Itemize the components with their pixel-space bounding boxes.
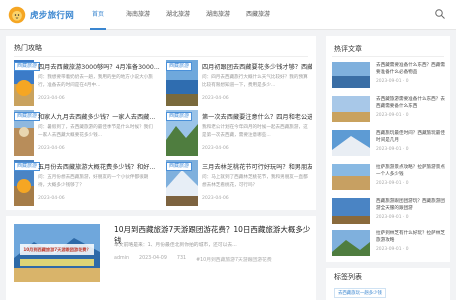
hot-article-meta: 2023-09-01 · 0: [376, 181, 409, 186]
lion-logo-icon: [8, 6, 26, 24]
hot-article-thumbnail[interactable]: [332, 230, 370, 256]
nav-item-hunan[interactable]: 湖南旅游: [204, 0, 232, 30]
hot-article-item[interactable]: 西藏旅玩最佳时间？西藏旅玩最佳时间是几月 2023-09-01 · 0: [332, 130, 448, 166]
post-excerpt: 我和老公计划在今年四月的时候一起去西藏旅游，这是第一次去西藏，需要注意哪些...: [202, 125, 308, 138]
hot-article-meta: 2023-09-01 · 0: [376, 79, 409, 84]
hot-article-title[interactable]: 拉萨到林芝有什么好玩？拉萨林芝旅游攻略: [376, 230, 448, 244]
nav-item-hubei[interactable]: 湖北旅游: [164, 0, 192, 30]
hot-article-item[interactable]: 拉萨旅游景点攻略？拉萨旅游景点一个人多少钱 2023-09-01 · 0: [332, 164, 448, 200]
post-date: 2023-04-06: [202, 96, 229, 101]
nav-item-home[interactable]: 首页: [84, 0, 112, 30]
hot-article-item[interactable]: 去西藏旅游需要准备什么东西？去西藏需要备什么东西 2023-09-01 · 0: [332, 96, 448, 132]
nav-item-hainan[interactable]: 海南旅游: [124, 0, 152, 30]
hot-article-title[interactable]: 拉萨旅游景点攻略？拉萨旅游景点一个人多少钱: [376, 164, 448, 178]
featured-thumbnail[interactable]: 10月到西藏旅游7天游跟团游花费？: [14, 224, 100, 282]
divider: [14, 56, 308, 57]
hot-article-title[interactable]: 西藏旅玩最佳时间？西藏旅玩最佳时间是几月: [376, 130, 448, 144]
post-card[interactable]: 西藏旅游 和家人九月去西藏多少钱？一家人去西藏... 问：暑假到了，去西藏旅游的…: [14, 110, 160, 160]
post-title[interactable]: 和家人九月去西藏多少钱？一家人去西藏...: [38, 112, 160, 121]
tag-chip[interactable]: 去西藏旅玩一趟多少钱: [334, 288, 386, 298]
hot-article-meta: 2023-09-01 · 0: [376, 113, 409, 118]
post-tags[interactable]: #10月到西藏旅游7天游跟团游花费: [196, 256, 272, 263]
category-tag[interactable]: 西藏旅游: [14, 62, 41, 71]
hot-article-thumbnail[interactable]: [332, 62, 370, 88]
featured-meta: admin 2023-04-09 731 #10月到西藏旅游7天游跟团游花费: [114, 256, 314, 263]
post-date: 2023-04-06: [38, 96, 65, 101]
hot-article-thumbnail[interactable]: [332, 96, 370, 122]
post-card[interactable]: 西藏旅游 四月去西藏旅游3000够吗？4月准备3000... 问：我想要带着奶奶…: [14, 60, 160, 110]
nav-item-xizang[interactable]: 西藏旅游: [244, 0, 272, 30]
hot-article-item[interactable]: 去西藏需要准备什么东西？西藏需要准备什么必备物品 2023-09-01 · 0: [332, 62, 448, 98]
hot-article-title[interactable]: 去西藏旅游需要准备什么东西？去西藏需要备什么东西: [376, 96, 448, 110]
hot-article-meta: 2023-09-01 · 0: [376, 215, 409, 220]
section-title-tag-list: 标签列表: [334, 273, 362, 281]
featured-article[interactable]: 10月到西藏旅游7天游跟团游花费？ 10月到西藏旅游7天游跟团游花费？10日西藏…: [6, 216, 316, 300]
featured-excerpt: 本文前略是来：1、月份最佳北到你拍的城市，还可以去...: [114, 243, 237, 248]
post-date: 2023-04-06: [38, 196, 65, 201]
post-excerpt: 问：马上就到了西藏林芝桃花节，我和男朋友一直都想去林芝看桃花，可行吗？: [202, 175, 308, 188]
post-date: 2023-04-06: [38, 146, 65, 151]
category-tag[interactable]: 西藏旅游: [14, 162, 41, 171]
category-tag[interactable]: 西藏旅游: [166, 162, 193, 171]
post-title[interactable]: 三月去林芝桃花节可行好玩吗？和男朋友去西...: [202, 162, 312, 171]
divider: [332, 56, 444, 57]
author-name[interactable]: admin: [114, 256, 129, 263]
post-card[interactable]: 西藏旅游 三月去林芝桃花节可行好玩吗？和男朋友去西... 问：马上就到了西藏林芝…: [166, 160, 312, 210]
hot-article-title[interactable]: 去西藏需要准备什么东西？西藏需要准备什么必备物品: [376, 62, 448, 76]
site-name: 虎步旅行网: [30, 11, 75, 21]
hot-article-thumbnail[interactable]: [332, 130, 370, 156]
tag-list-card: 标签列表 去西藏旅玩一趟多少钱: [326, 268, 450, 300]
site-header: 虎步旅行网 首页 海南旅游 湖北旅游 湖南旅游 西藏旅游: [0, 0, 456, 30]
post-excerpt: 问：暑假到了，去西藏旅游的最佳季节是什么时候？我们一家人去西藏大概要花多少钱..…: [38, 125, 153, 138]
post-excerpt: 问：五月份想去西藏旅游，好朋友的一个小伙伴都很期待，大概多少钱够了？: [38, 175, 149, 188]
main-nav: 首页 海南旅游 湖北旅游 湖南旅游 西藏旅游: [84, 0, 284, 30]
hot-article-meta: 2023-09-01 · 0: [376, 247, 409, 252]
post-title[interactable]: 四月初跟团去西藏要花多少钱才够？西藏...: [202, 62, 312, 71]
featured-thumbnail-caption: 10月到西藏旅游7天游跟团游花费？: [23, 247, 91, 252]
post-excerpt: 问：我想要带着奶奶去一趟，我用的坐的地方小说大小旅行，准备去的时间是在4月中..…: [38, 75, 153, 88]
category-tag[interactable]: 西藏旅游: [166, 62, 193, 71]
post-date: 2023-04-06: [202, 196, 229, 201]
section-title-hot-posts: 热门攻略: [14, 44, 42, 52]
hot-article-thumbnail[interactable]: [332, 164, 370, 190]
post-excerpt: 问：四月去西藏旅行大概什么天气比较好？我的预算比较有限想知道一下，费用是多少..…: [202, 75, 308, 88]
section-title-hot-articles: 热评文章: [334, 45, 362, 53]
hot-article-item[interactable]: 西藏旅游跟团团游玩？西藏旅游团游全天服的跟团游 2023-09-01 · 0: [332, 198, 448, 234]
post-title[interactable]: 第一次去西藏要注意什么？四月和老公选...: [202, 112, 312, 121]
post-date: 2023-04-06: [202, 146, 229, 151]
hot-article-thumbnail[interactable]: [332, 198, 370, 224]
site-logo[interactable]: 虎步旅行网: [8, 6, 74, 24]
post-card[interactable]: 西藏旅游 五月份去西藏旅游大概花费多少钱？和好... 问：五月份想去西藏旅游，好…: [14, 160, 160, 210]
category-tag[interactable]: 西藏旅游: [14, 112, 41, 121]
search-icon[interactable]: [434, 8, 446, 20]
hot-article-title[interactable]: 西藏旅游跟团团游玩？西藏旅游团游全天服的跟团游: [376, 198, 448, 212]
post-title[interactable]: 四月去西藏旅游3000够吗？4月准备3000...: [38, 62, 160, 71]
view-count: 731: [176, 256, 187, 261]
post-card[interactable]: 西藏旅游 第一次去西藏要注意什么？四月和老公选... 我和老公计划在今年四月的时…: [166, 110, 312, 160]
hot-article-item[interactable]: 拉萨到林芝有什么好玩？拉萨林芝旅游攻略 2023-09-01 · 0: [332, 230, 448, 266]
hot-posts-card: 热门攻略 西藏旅游 四月去西藏旅游3000够吗？4月准备3000... 问：我想…: [6, 36, 316, 210]
category-tag[interactable]: 西藏旅游: [166, 112, 193, 121]
post-card[interactable]: 西藏旅游 四月初跟团去西藏要花多少钱才够？西藏... 问：四月去西藏旅行大概什么…: [166, 60, 312, 110]
hot-article-meta: 2023-09-01 · 0: [376, 147, 409, 152]
post-title[interactable]: 五月份去西藏旅游大概花费多少钱？和好...: [38, 162, 160, 171]
post-date: 2023-04-09: [139, 256, 167, 261]
